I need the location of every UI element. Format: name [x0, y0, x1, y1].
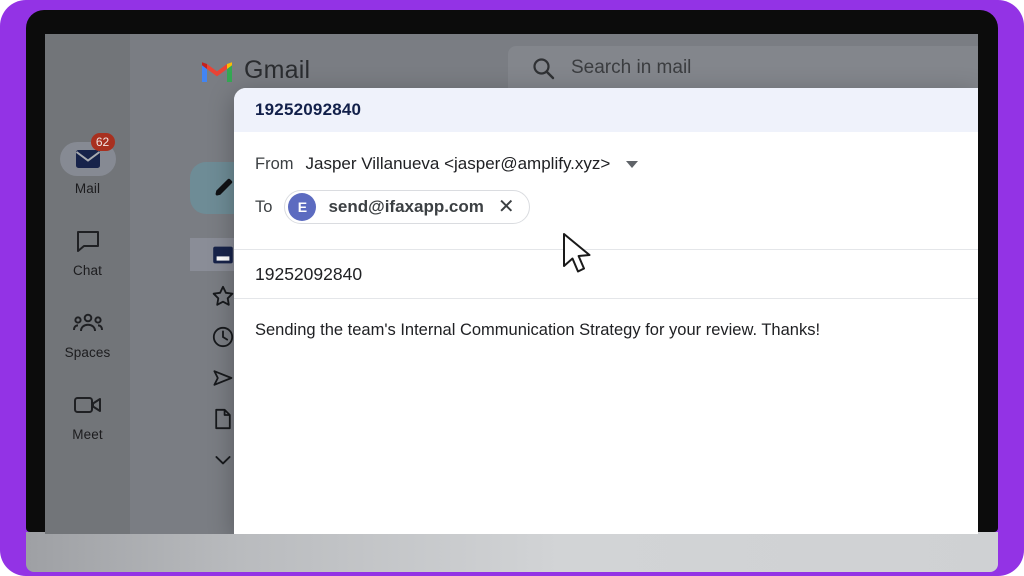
gmail-logo[interactable]: Gmail [200, 56, 310, 85]
send-icon [213, 369, 233, 386]
recipient-email: send@ifaxapp.com [328, 197, 484, 216]
sidebar-item-chat-label: Chat [73, 263, 102, 278]
avatar: E [288, 193, 317, 221]
mail-icon-pill: 62 [59, 133, 116, 176]
recipient-chip[interactable]: E send@ifaxapp.com ✕ [284, 190, 530, 224]
sidebar-item-meet[interactable]: Meet [45, 388, 130, 442]
spaces-icon-pill [60, 306, 116, 340]
inbox-icon [213, 246, 233, 263]
compose-window: 19252092840 From Jasper Villanueva <jasp… [234, 88, 978, 534]
gmail-m-logo-icon [202, 61, 232, 82]
pencil-icon [215, 178, 233, 196]
mail-unread-badge: 62 [90, 133, 115, 151]
subject-row[interactable]: 19252092840 [234, 250, 978, 298]
laptop-screen: 62 Mail Chat Spaces Meet Gmail Search in… [45, 34, 978, 534]
to-row-spacer [234, 229, 978, 249]
compose-window-title: 19252092840 [255, 100, 362, 119]
star-icon [212, 285, 234, 306]
sidebar-item-spaces-label: Spaces [64, 345, 111, 360]
search-input[interactable]: Search in mail [508, 46, 978, 90]
caret-down-icon[interactable] [626, 160, 639, 168]
close-x-icon[interactable]: ✕ [496, 197, 517, 217]
compose-window-header: 19252092840 [234, 88, 978, 132]
message-body-text: Sending the team's Internal Communicatio… [255, 321, 821, 339]
laptop-base [26, 532, 998, 572]
search-placeholder: Search in mail [571, 57, 692, 78]
sidebar-item-mail[interactable]: 62 Mail [45, 133, 130, 196]
message-body[interactable]: Sending the team's Internal Communicatio… [234, 299, 978, 340]
chat-icon-pill [60, 224, 116, 258]
sidebar-item-mail-label: Mail [74, 181, 101, 196]
document-icon [215, 408, 231, 429]
chevron-down-icon [215, 455, 231, 464]
chat-bubble-icon [76, 231, 99, 252]
mouse-pointer-icon [563, 233, 591, 273]
sidebar-item-chat[interactable]: Chat [45, 224, 130, 278]
mail-icon [75, 150, 100, 168]
clock-icon [212, 326, 234, 347]
to-row[interactable]: To E send@ifaxapp.com ✕ [234, 185, 978, 229]
meet-icon-pill [60, 388, 116, 422]
spaces-people-icon [72, 313, 103, 332]
gmail-header: Gmail Search in mail [130, 34, 978, 96]
subject-value: 19252092840 [255, 263, 363, 284]
sidebar-item-meet-label: Meet [72, 427, 103, 442]
screenshot-stage: 62 Mail Chat Spaces Meet Gmail Search in… [0, 0, 1024, 576]
video-camera-icon [73, 397, 101, 413]
sidebar-item-spaces[interactable]: Spaces [45, 306, 130, 360]
google-apps-nav-rail: 62 Mail Chat Spaces Meet [45, 34, 130, 534]
from-label: From [255, 154, 294, 173]
search-icon [533, 57, 555, 79]
from-value: Jasper Villanueva <jasper@amplify.xyz> [305, 154, 611, 173]
gmail-wordmark: Gmail [244, 56, 311, 84]
to-label: To [255, 197, 273, 216]
from-row[interactable]: From Jasper Villanueva <jasper@amplify.x… [234, 143, 978, 185]
